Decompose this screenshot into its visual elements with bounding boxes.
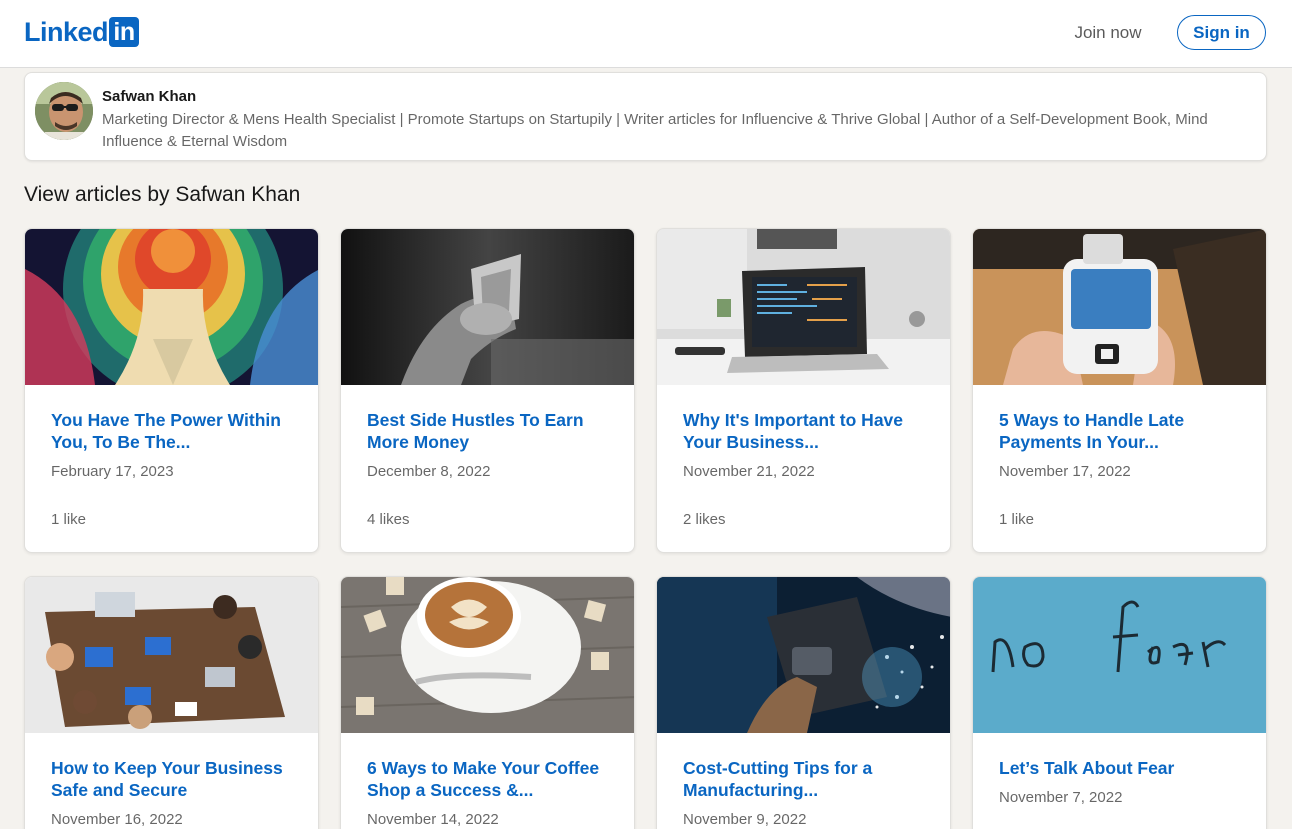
article-date: November 14, 2022 <box>367 811 499 828</box>
logo-in-box: in <box>109 17 140 47</box>
article-title[interactable]: 5 Ways to Handle Late Payments In Your..… <box>999 409 1249 453</box>
article-date: November 16, 2022 <box>51 811 183 828</box>
article-card[interactable]: 6 Ways to Make Your Coffee Shop a Succes… <box>340 576 635 829</box>
article-date: November 17, 2022 <box>999 463 1131 480</box>
article-card[interactable]: Cost-Cutting Tips for a Manufacturing...… <box>656 576 951 829</box>
author-name[interactable]: Safwan Khan <box>102 88 196 105</box>
article-thumbnail <box>657 229 950 385</box>
article-title[interactable]: Best Side Hustles To Earn More Money <box>367 409 617 453</box>
article-date: November 9, 2022 <box>683 811 807 828</box>
article-title[interactable]: Let’s Talk About Fear <box>999 757 1249 779</box>
article-likes: 1 like <box>51 511 87 528</box>
article-date: December 8, 2022 <box>367 463 491 480</box>
article-thumbnail <box>25 577 318 733</box>
article-date: February 17, 2023 <box>51 463 174 480</box>
logo-wordmark: Linked <box>24 17 109 47</box>
article-date: November 21, 2022 <box>683 463 815 480</box>
article-card[interactable]: You Have The Power Within You, To Be The… <box>24 228 319 553</box>
top-header: Linked in Join now Sign in <box>0 0 1292 68</box>
article-title[interactable]: Why It's Important to Have Your Business… <box>683 409 933 453</box>
avatar[interactable] <box>35 82 93 140</box>
article-thumbnail <box>341 577 634 733</box>
article-title[interactable]: Cost-Cutting Tips for a Manufacturing... <box>683 757 933 801</box>
linkedin-logo[interactable]: Linked in <box>24 17 140 47</box>
article-card[interactable]: Best Side Hustles To Earn More Money Dec… <box>340 228 635 553</box>
article-thumbnail <box>341 229 634 385</box>
article-title[interactable]: You Have The Power Within You, To Be The… <box>51 409 301 453</box>
article-thumbnail <box>973 577 1266 733</box>
article-likes: 1 like <box>999 511 1035 528</box>
article-likes: 2 likes <box>683 511 726 528</box>
article-thumbnail <box>973 229 1266 385</box>
article-card[interactable]: 5 Ways to Handle Late Payments In Your..… <box>972 228 1267 553</box>
author-profile-card[interactable]: Safwan Khan Marketing Director & Mens He… <box>24 72 1267 161</box>
article-likes: 4 likes <box>367 511 410 528</box>
article-card[interactable]: Let’s Talk About Fear November 7, 2022 <box>972 576 1267 829</box>
article-card[interactable]: How to Keep Your Business Safe and Secur… <box>24 576 319 829</box>
article-title[interactable]: How to Keep Your Business Safe and Secur… <box>51 757 301 801</box>
article-date: November 7, 2022 <box>999 789 1123 806</box>
article-thumbnail <box>657 577 950 733</box>
article-title[interactable]: 6 Ways to Make Your Coffee Shop a Succes… <box>367 757 617 801</box>
join-now-link[interactable]: Join now <box>1058 16 1158 50</box>
article-card[interactable]: Why It's Important to Have Your Business… <box>656 228 951 553</box>
article-thumbnail <box>25 229 318 385</box>
sign-in-button[interactable]: Sign in <box>1177 15 1266 50</box>
section-title: View articles by Safwan Khan <box>24 183 301 206</box>
author-headline: Marketing Director & Mens Health Special… <box>102 111 1208 150</box>
